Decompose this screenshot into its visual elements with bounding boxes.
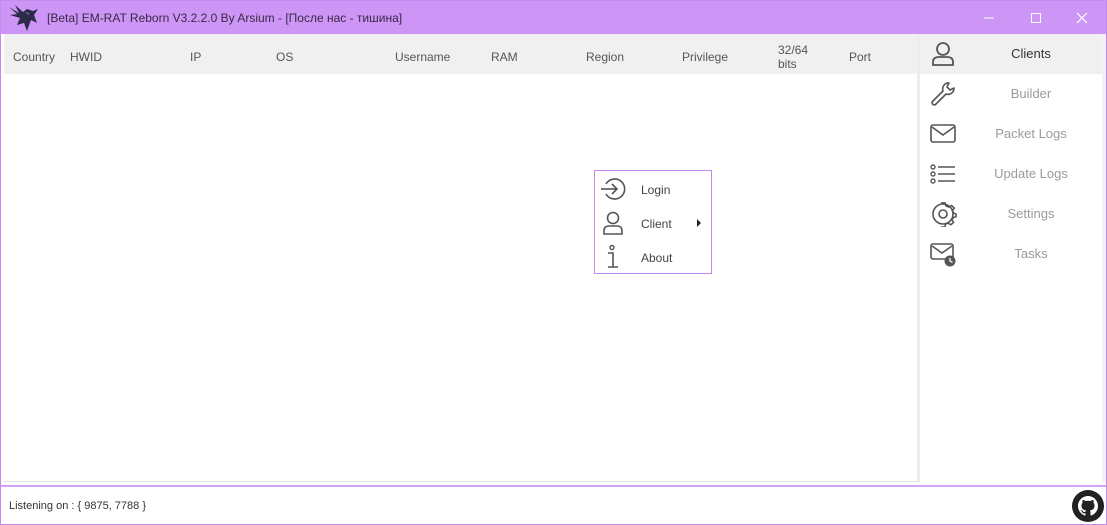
column-country[interactable]: Country xyxy=(13,50,55,64)
column-os[interactable]: OS xyxy=(276,50,293,64)
column-privilege[interactable]: Privilege xyxy=(682,50,728,64)
sidebar-item-settings[interactable]: Settings xyxy=(920,194,1102,234)
list-icon xyxy=(930,164,955,184)
sidebar-item-label: Settings xyxy=(1007,206,1055,221)
user-icon xyxy=(932,42,954,66)
gear-icon xyxy=(932,202,957,227)
submenu-arrow-icon xyxy=(697,219,701,227)
user-icon xyxy=(603,211,623,235)
envelope-icon xyxy=(930,124,956,143)
sidebar-item-builder[interactable]: Builder xyxy=(920,74,1102,114)
sidebar-scrollbar[interactable] xyxy=(1102,34,1106,482)
info-icon xyxy=(608,244,618,268)
github-icon[interactable] xyxy=(1072,490,1104,522)
sidebar-item-label: Packet Logs xyxy=(995,126,1067,141)
listening-status: Listening on : { 9875, 7788 } xyxy=(9,500,147,512)
app-window: [Beta] EM-RAT Reborn V3.2.2.0 By Arsium … xyxy=(0,0,1107,525)
minimize-button[interactable] xyxy=(966,1,1012,34)
context-menu-item-label: Login xyxy=(641,183,671,197)
sidebar-item-clients[interactable]: Clients xyxy=(920,34,1102,74)
sidebar-item-label: Clients xyxy=(1011,46,1051,61)
sidebar-item-packet-logs[interactable]: Packet Logs xyxy=(920,114,1102,154)
wrench-icon xyxy=(931,82,955,106)
column-ip[interactable]: IP xyxy=(190,50,201,64)
column-architecture-line2: bits xyxy=(778,57,797,71)
sidebar-item-update-logs[interactable]: Update Logs xyxy=(920,154,1102,194)
login-arrow-icon xyxy=(601,178,626,200)
column-port[interactable]: Port xyxy=(849,50,871,64)
context-menu: Login Client About xyxy=(594,170,712,274)
context-menu-item-label: Client xyxy=(641,217,672,231)
close-icon xyxy=(1076,12,1088,23)
sidebar-item-label: Tasks xyxy=(1014,246,1048,261)
column-hwid[interactable]: HWID xyxy=(70,50,102,64)
column-region[interactable]: Region xyxy=(586,50,624,64)
column-username[interactable]: Username xyxy=(395,50,450,64)
column-architecture[interactable]: 32/64 bits xyxy=(778,43,808,71)
column-architecture-line1: 32/64 xyxy=(778,43,809,57)
raven-logo-icon xyxy=(9,5,38,31)
title-bar[interactable]: [Beta] EM-RAT Reborn V3.2.2.0 By Arsium … xyxy=(1,1,1106,34)
maximize-icon xyxy=(1031,12,1041,23)
envelope-clock-icon xyxy=(930,243,956,267)
window-title: [Beta] EM-RAT Reborn V3.2.2.0 By Arsium … xyxy=(47,11,403,25)
sidebar-item-label: Builder xyxy=(1010,86,1052,101)
context-menu-item-label: About xyxy=(641,251,673,265)
minimize-icon xyxy=(984,17,994,18)
sidebar: Clients Builder Packet Logs Update Logs … xyxy=(920,34,1102,482)
context-menu-item-client[interactable]: Client xyxy=(595,206,711,240)
status-bar: Listening on : { 9875, 7788 } xyxy=(1,487,1106,524)
context-menu-item-login[interactable]: Login xyxy=(595,172,711,206)
context-menu-item-about[interactable]: About xyxy=(595,240,711,274)
list-divider xyxy=(4,481,917,482)
sidebar-item-tasks[interactable]: Tasks xyxy=(920,234,1102,274)
maximize-button[interactable] xyxy=(1013,1,1059,34)
clients-table-header: Country HWID IP OS Username RAM Region P… xyxy=(4,34,917,74)
clients-list[interactable] xyxy=(4,74,917,481)
close-button[interactable] xyxy=(1059,1,1105,34)
sidebar-item-label: Update Logs xyxy=(994,166,1068,181)
column-ram[interactable]: RAM xyxy=(491,50,518,64)
